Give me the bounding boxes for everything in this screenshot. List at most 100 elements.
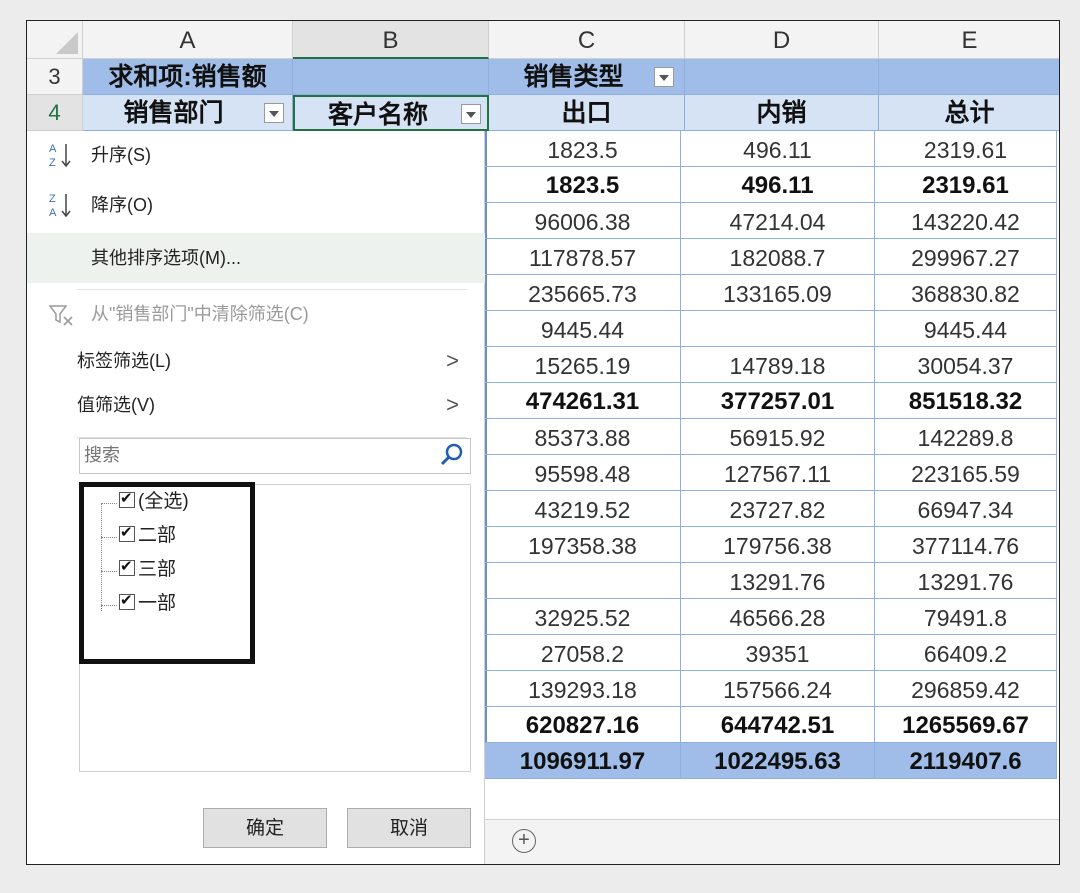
cell-total[interactable]: 2119407.6 [875,743,1057,779]
cell-domestic[interactable]: 1022495.63 [681,743,875,779]
sort-descending-item[interactable]: ZA 降序(O) [27,181,485,229]
cell-total[interactable]: 9445.44 [875,311,1057,347]
cell-export[interactable]: 96006.38 [485,203,681,239]
cell-domestic[interactable]: 56915.92 [681,419,875,455]
add-sheet-icon[interactable]: + [512,829,536,853]
table-row: 9445.44 9445.44 [485,311,1057,347]
row-field-sales-dept[interactable]: 销售部门 [83,95,293,131]
search-icon[interactable] [438,441,466,469]
table-row: 43219.52 23727.82 66947.34 [485,491,1057,527]
pivot-sum-label[interactable]: 求和项:销售额 [83,59,293,95]
pivot-empty-cell[interactable] [293,59,489,95]
cell-export[interactable] [485,563,681,599]
cell-total[interactable]: 296859.42 [875,671,1057,707]
cell-domestic[interactable]: 133165.09 [681,275,875,311]
table-row: 27058.2 39351 66409.2 [485,635,1057,671]
cell-export[interactable]: 235665.73 [485,275,681,311]
cell-domestic[interactable]: 14789.18 [681,347,875,383]
column-field-dropdown-button[interactable] [654,67,674,87]
cell-total[interactable]: 79491.8 [875,599,1057,635]
value-filter-item[interactable]: 值筛选(V) > [27,383,485,427]
svg-text:A: A [49,143,57,155]
cell-domestic[interactable]: 496.11 [681,167,875,203]
cancel-button[interactable]: 取消 [347,808,471,848]
cell-export[interactable]: 1096911.97 [485,743,681,779]
column-label-total[interactable]: 总计 [879,95,1059,131]
cell-export[interactable]: 1823.5 [485,131,681,167]
chevron-right-icon: > [446,348,459,373]
cell-domestic[interactable] [681,311,875,347]
cell-domestic[interactable]: 377257.01 [681,383,875,419]
subtotal-row: 474261.31 377257.01 851518.32 [485,383,1057,419]
cell-total[interactable]: 851518.32 [875,383,1057,419]
cell-export[interactable]: 139293.18 [485,671,681,707]
column-header-a[interactable]: A [83,21,293,59]
clear-filter-label: 从"销售部门"中清除筛选(C) [91,304,309,324]
cell-domestic[interactable]: 157566.24 [681,671,875,707]
cell-export[interactable]: 117878.57 [485,239,681,275]
cell-total[interactable]: 66947.34 [875,491,1057,527]
pivot-column-field[interactable]: 销售类型 [489,59,685,95]
column-label-domestic[interactable]: 内销 [685,95,879,131]
pivot-empty-cell[interactable] [879,59,1059,95]
cell-domestic[interactable]: 179756.38 [681,527,875,563]
column-header-e[interactable]: E [879,21,1059,59]
menu-separator [77,289,467,290]
subtotal-row: 1823.5 496.11 2319.61 [485,167,1057,203]
cell-export[interactable]: 474261.31 [485,383,681,419]
cell-export[interactable]: 1823.5 [485,167,681,203]
column-header-d[interactable]: D [685,21,879,59]
cell-export[interactable]: 43219.52 [485,491,681,527]
cell-domestic[interactable]: 496.11 [681,131,875,167]
cell-domestic[interactable]: 644742.51 [681,707,875,743]
column-label-export[interactable]: 出口 [489,95,685,131]
cell-total[interactable]: 299967.27 [875,239,1057,275]
cell-total[interactable]: 143220.42 [875,203,1057,239]
column-header-b[interactable]: B [293,21,489,59]
select-all-corner[interactable] [27,21,83,59]
pivot-empty-cell[interactable] [685,59,879,95]
row-header-3[interactable]: 3 [27,59,83,95]
row-field-customer[interactable]: 客户名称 [293,95,489,131]
cell-export[interactable]: 32925.52 [485,599,681,635]
cell-total[interactable]: 30054.37 [875,347,1057,383]
filter-search-box[interactable] [79,438,471,474]
cell-export[interactable]: 95598.48 [485,455,681,491]
customer-dropdown-button[interactable] [461,104,481,124]
cell-total[interactable]: 223165.59 [875,455,1057,491]
cell-total[interactable]: 66409.2 [875,635,1057,671]
sales-dept-dropdown-button[interactable] [264,103,284,123]
cell-total[interactable]: 368830.82 [875,275,1057,311]
more-sort-options-item[interactable]: 其他排序选项(M)... [27,233,485,283]
cell-domestic[interactable]: 127567.11 [681,455,875,491]
cell-total[interactable]: 2319.61 [875,131,1057,167]
cell-total[interactable]: 1265569.67 [875,707,1057,743]
sort-ascending-item[interactable]: AZ 升序(S) [27,131,485,179]
annotation-highlight-box [79,482,255,664]
label-filter-item[interactable]: 标签筛选(L) > [27,339,485,383]
cell-total[interactable]: 2319.61 [875,167,1057,203]
row-field-label: 客户名称 [327,101,428,129]
table-row: 96006.38 47214.04 143220.42 [485,203,1057,239]
cell-total[interactable]: 13291.76 [875,563,1057,599]
column-header-c[interactable]: C [489,21,685,59]
cell-export[interactable]: 15265.19 [485,347,681,383]
cell-export[interactable]: 620827.16 [485,707,681,743]
cell-total[interactable]: 142289.8 [875,419,1057,455]
cell-export[interactable]: 27058.2 [485,635,681,671]
filter-search-input[interactable] [80,439,418,471]
cell-domestic[interactable]: 23727.82 [681,491,875,527]
cell-export[interactable]: 197358.38 [485,527,681,563]
cell-export[interactable]: 9445.44 [485,311,681,347]
cell-domestic[interactable]: 13291.76 [681,563,875,599]
ok-button[interactable]: 确定 [203,808,327,848]
cell-total[interactable]: 377114.76 [875,527,1057,563]
cell-domestic[interactable]: 39351 [681,635,875,671]
cell-export[interactable]: 85373.88 [485,419,681,455]
row-header-4[interactable]: 4 [27,95,83,131]
cell-domestic[interactable]: 47214.04 [681,203,875,239]
cell-domestic[interactable]: 182088.7 [681,239,875,275]
table-row: 117878.57 182088.7 299967.27 [485,239,1057,275]
cell-domestic[interactable]: 46566.28 [681,599,875,635]
subtotal-row: 620827.16 644742.51 1265569.67 [485,707,1057,743]
